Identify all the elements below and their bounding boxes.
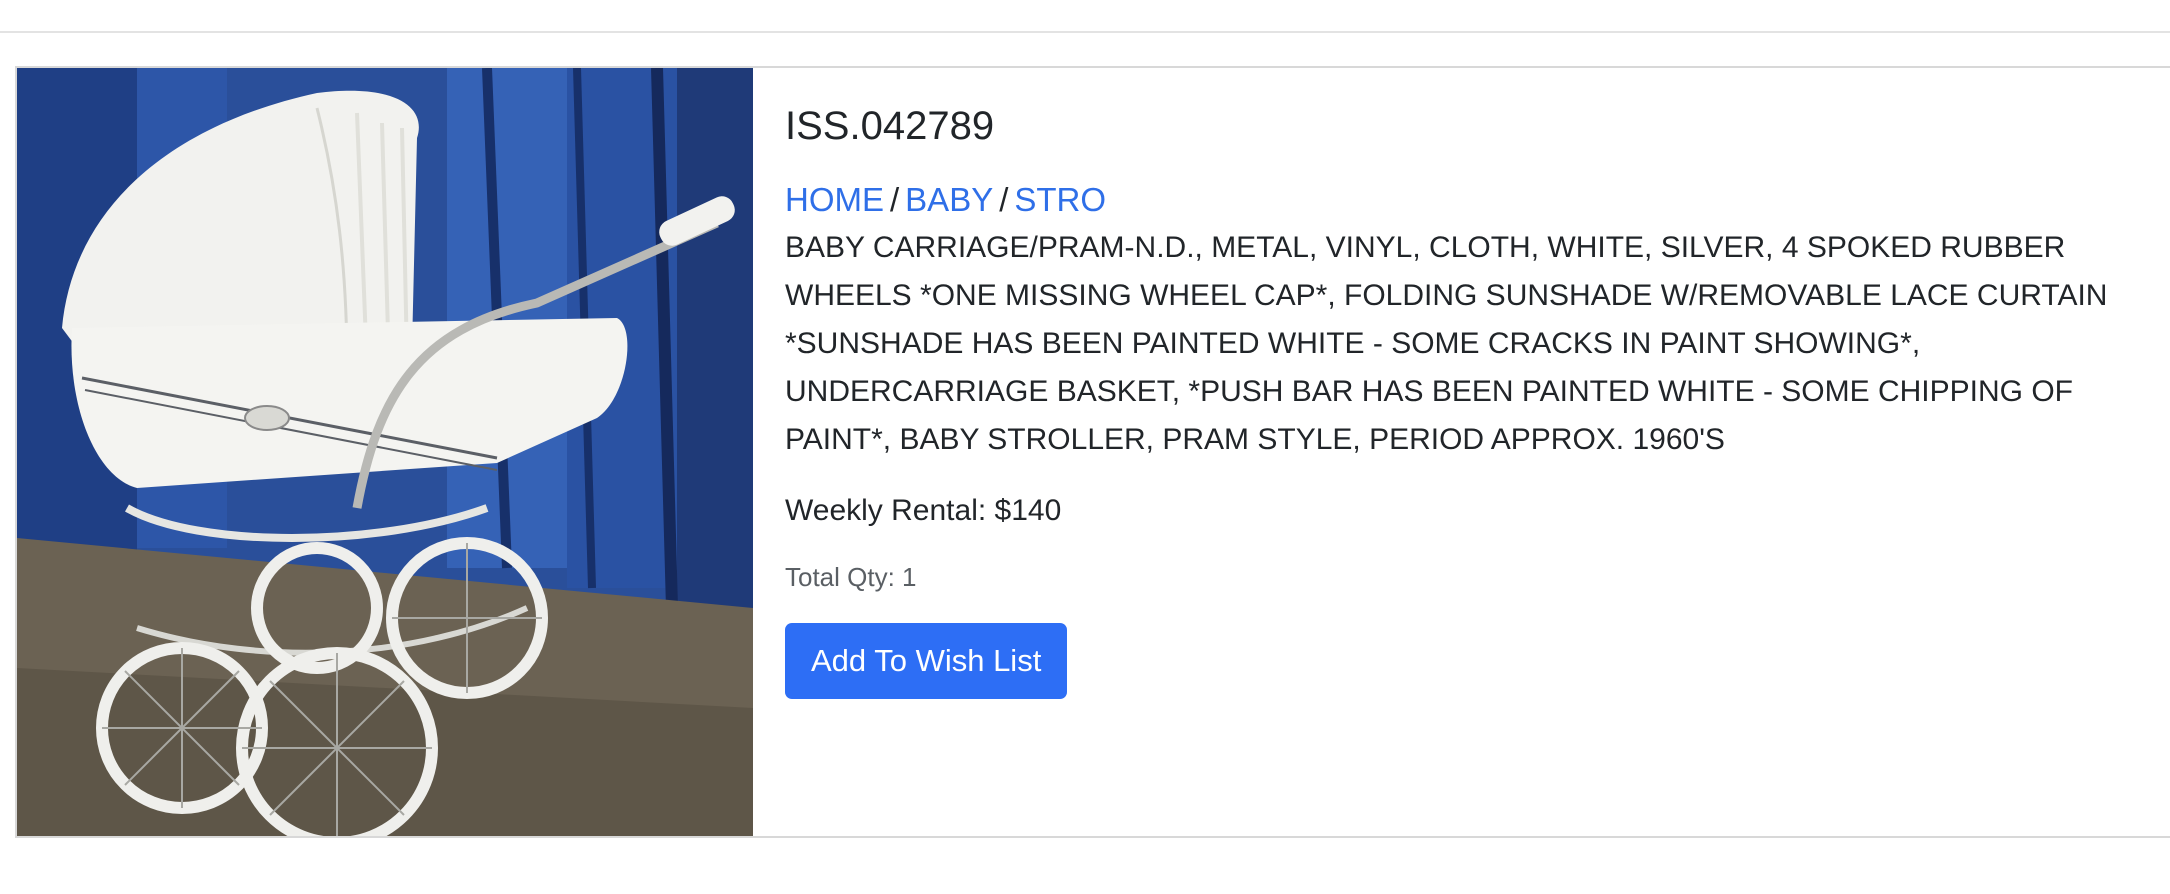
- item-description: BABY CARRIAGE/PRAM-N.D., METAL, VINYL, C…: [785, 230, 2108, 456]
- breadcrumb-baby[interactable]: BABY: [905, 181, 993, 218]
- product-photo: [17, 68, 753, 836]
- breadcrumb-separator: /: [999, 181, 1009, 218]
- breadcrumb: HOME / BABY / STRO: [785, 180, 2170, 220]
- product-card: ISS.042789 HOME / BABY / STRO BABY CARRIAGE/…: [15, 66, 2170, 838]
- product-details: ISS.042789 HOME / BABY / STRO BABY CARRIAGE/…: [753, 68, 2170, 836]
- breadcrumb-stro[interactable]: STRO: [1014, 181, 1106, 218]
- breadcrumb-home[interactable]: HOME: [785, 181, 884, 218]
- breadcrumb-separator: /: [890, 181, 900, 218]
- item-code: ISS.042789: [785, 104, 995, 148]
- top-divider: [0, 31, 2170, 33]
- weekly-rental: Weekly Rental: $140: [785, 493, 1062, 527]
- add-to-wish-list-button[interactable]: Add To Wish List: [785, 622, 1068, 699]
- baby-carriage-photo: [17, 68, 753, 836]
- total-qty: Total Qty: 1: [785, 561, 917, 592]
